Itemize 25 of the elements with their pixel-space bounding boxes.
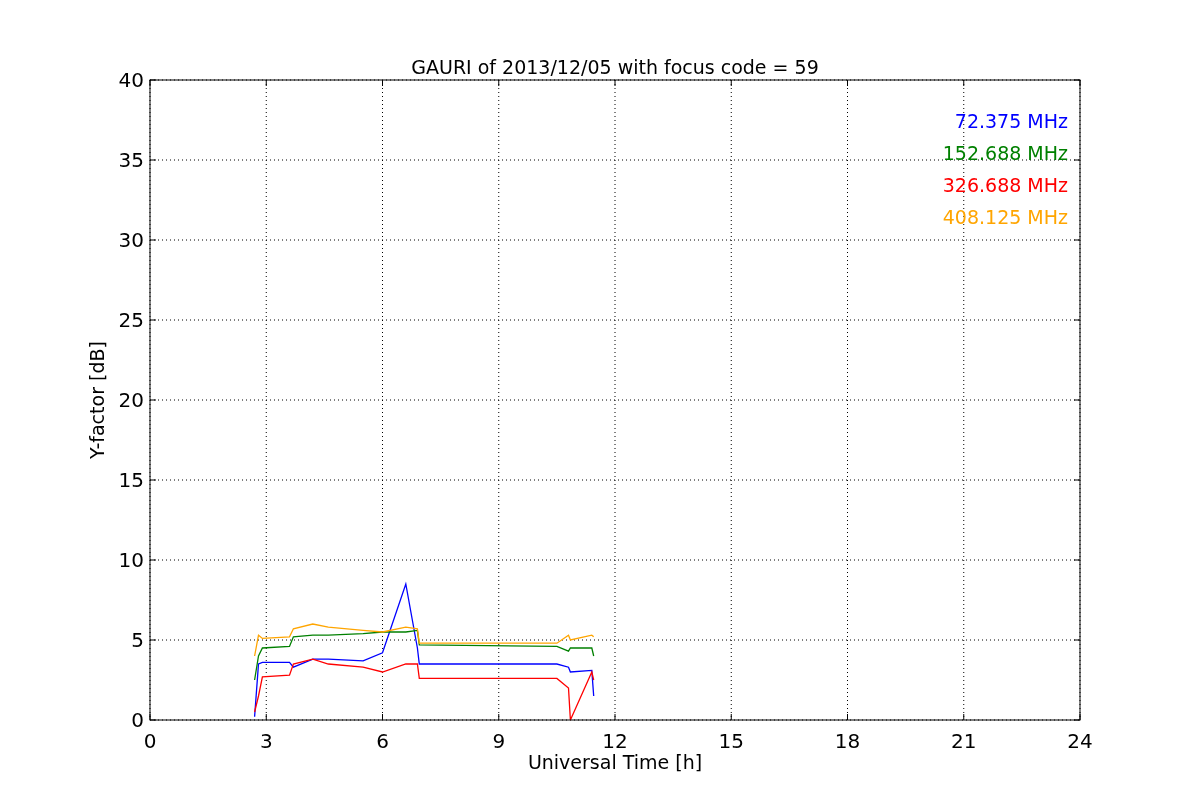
tick-label: 21: [951, 729, 977, 753]
tick-label: 12: [602, 729, 628, 753]
tick-label: 10: [118, 548, 144, 572]
tick-label: 24: [1067, 729, 1093, 753]
axis-label: Universal Time [h]: [527, 751, 703, 773]
legend-entry: 326.688 MHz: [942, 174, 1068, 196]
tick-label: 9: [492, 729, 506, 753]
legend-entry: 408.125 MHz: [942, 206, 1068, 228]
tick-label: 30: [118, 228, 144, 252]
legend-entry: 152.688 MHz: [942, 142, 1068, 164]
legend-entry: 72.375 MHz: [954, 110, 1068, 132]
tick-label: 25: [118, 308, 144, 332]
tick-label: 40: [118, 68, 144, 92]
axis-label: Y-factor [dB]: [86, 341, 108, 459]
tick-label: 35: [118, 148, 144, 172]
tick-label: 0: [143, 729, 157, 753]
tick-label: 18: [834, 729, 861, 753]
tick-label: 3: [259, 729, 273, 753]
chart-title: GAURI of 2013/12/05 with focus code = 59: [411, 56, 819, 78]
tick-label: 20: [118, 388, 144, 412]
tick-label: 15: [718, 729, 744, 753]
tick-label: 0: [131, 708, 144, 732]
tick-label: 15: [118, 468, 144, 492]
tick-label: 6: [376, 729, 389, 753]
tick-label: 5: [131, 628, 144, 652]
